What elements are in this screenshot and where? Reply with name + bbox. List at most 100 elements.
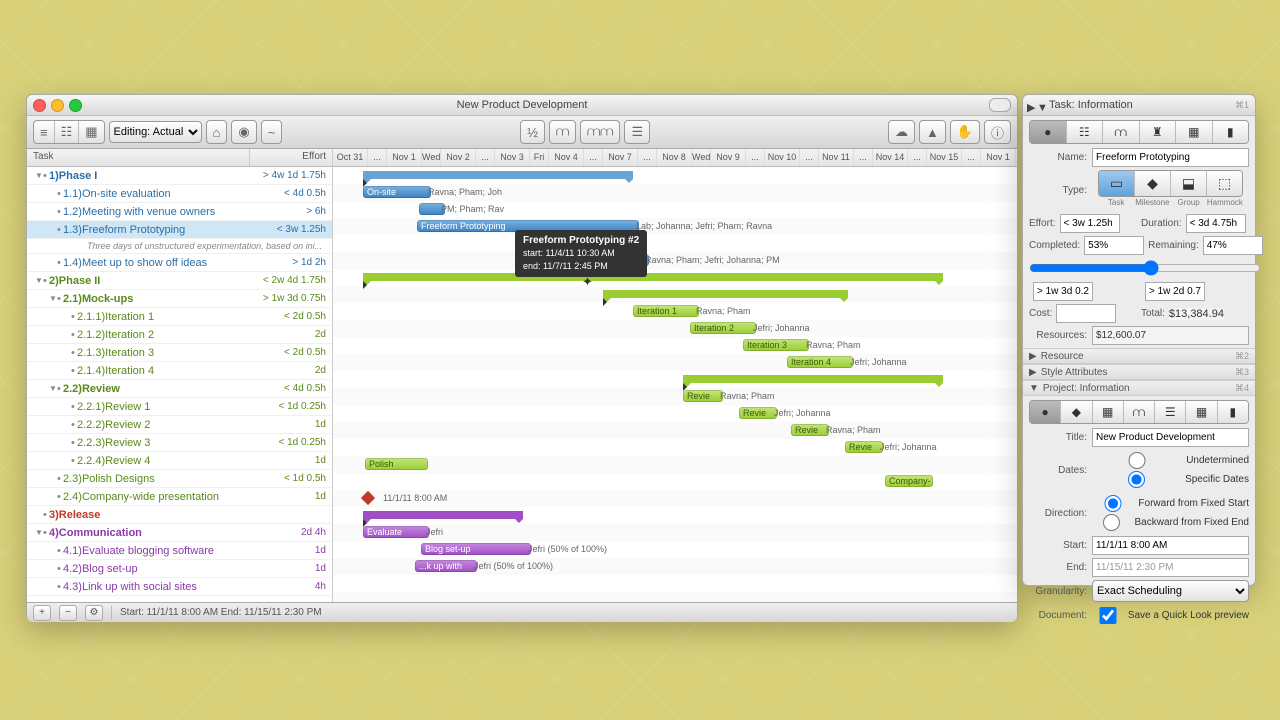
gantt-bar[interactable]: Evaluate	[363, 526, 429, 538]
style-button[interactable]: ~	[261, 120, 283, 144]
remove-button[interactable]: −	[59, 605, 77, 621]
gantt-bar[interactable]: ...k up with	[415, 560, 477, 572]
proj-title-field[interactable]	[1092, 428, 1249, 447]
chain-button[interactable]: ⩋⩋	[580, 120, 620, 144]
fraction-button[interactable]: ½	[520, 120, 545, 144]
direction-backward-radio[interactable]	[1092, 514, 1131, 531]
section-style[interactable]: ▶Style Attributes⌘3	[1023, 364, 1255, 380]
gantt-bar[interactable]: Revie	[791, 424, 829, 436]
summary-bar[interactable]	[603, 290, 848, 298]
task-row[interactable]: • 4.2) Blog set-up1d	[27, 560, 332, 578]
timeline-day[interactable]: ...	[908, 149, 927, 166]
timeline-day[interactable]: Wed	[692, 149, 711, 166]
gantt-bar[interactable]: Iteration 4	[787, 356, 853, 368]
inspector-titlebar[interactable]: ▶ ▼ Task: Information ⌘1	[1023, 95, 1255, 116]
gantt-bar[interactable]: Company-	[885, 475, 933, 487]
task-row[interactable]: • 2.1.3) Iteration 3< 2d 0.5h	[27, 344, 332, 362]
task-row[interactable]: • 2.2.2) Review 21d	[27, 416, 332, 434]
cloud-icon[interactable]: ☁	[888, 120, 915, 144]
task-row[interactable]: • 2.2.4) Review 41d	[27, 452, 332, 470]
project-section-tabs[interactable]: ●◆▦⩋☰▦▮	[1029, 400, 1249, 424]
zoom-icon[interactable]	[69, 99, 82, 112]
duration-field[interactable]	[1186, 214, 1246, 233]
pill-icon[interactable]	[989, 98, 1011, 112]
timeline-day[interactable]: Nov 8	[657, 149, 692, 166]
timeline-day[interactable]: Nov 9	[711, 149, 746, 166]
milestone-icon[interactable]	[361, 491, 375, 505]
timeline-day[interactable]: ...	[584, 149, 603, 166]
col-task[interactable]: Task	[27, 149, 250, 166]
timeline-header[interactable]: Oct 31...Nov 1WedNov 2...Nov 3FriNov 4..…	[333, 149, 1017, 167]
start-field[interactable]	[1092, 536, 1249, 555]
group-button[interactable]: ⌂	[206, 120, 228, 144]
completed-field[interactable]	[1084, 236, 1144, 255]
task-row[interactable]: • 2.1.2) Iteration 22d	[27, 326, 332, 344]
name-field[interactable]	[1092, 148, 1249, 167]
gantt-bar[interactable]: Revie	[845, 441, 883, 453]
task-row[interactable]: • 1.4) Meet up to show off ideas> 1d 2h	[27, 254, 332, 272]
chevron-down-icon[interactable]: ▼	[1037, 98, 1048, 118]
summary-bar[interactable]	[683, 375, 943, 383]
dates-specific-radio[interactable]	[1092, 471, 1181, 488]
timeline-day[interactable]: ...	[638, 149, 657, 166]
task-row[interactable]: • 2.2.3) Review 3< 1d 0.25h	[27, 434, 332, 452]
task-row[interactable]: ▼• 1) Phase I> 4w 1d 1.75h	[27, 167, 332, 185]
timeline-day[interactable]: Nov 1	[981, 149, 1016, 166]
timeline-day[interactable]: Nov 7	[603, 149, 638, 166]
remaining-field[interactable]	[1203, 236, 1263, 255]
section-project[interactable]: ▼Project: Information⌘4	[1023, 380, 1255, 396]
task-row[interactable]: • 2.3) Polish Designs< 1d 0.5h	[27, 470, 332, 488]
task-row[interactable]: • 2.1.4) Iteration 42d	[27, 362, 332, 380]
window-titlebar[interactable]: New Product Development	[27, 95, 1017, 116]
timeline-day[interactable]: ...	[476, 149, 495, 166]
gantt-bar[interactable]: Blog set-up	[421, 543, 531, 555]
gantt-chart[interactable]: Oct 31...Nov 1WedNov 2...Nov 3FriNov 4..…	[333, 149, 1017, 602]
person-button[interactable]: ◉	[231, 120, 256, 144]
add-button[interactable]: +	[33, 605, 51, 621]
warning-icon[interactable]: ▲	[919, 120, 946, 144]
summary-bar[interactable]	[363, 273, 943, 281]
timeline-day[interactable]: Fri	[530, 149, 549, 166]
completed-duration-field[interactable]	[1033, 282, 1093, 301]
timeline-day[interactable]: Nov 2	[441, 149, 476, 166]
gantt-bar[interactable]: Polish	[365, 458, 428, 470]
task-row[interactable]: • 4.1) Evaluate blogging software1d	[27, 542, 332, 560]
granularity-select[interactable]: Exact Scheduling	[1092, 580, 1249, 602]
timeline-day[interactable]: Nov 14	[873, 149, 908, 166]
timeline-day[interactable]: Nov 4	[549, 149, 584, 166]
task-row[interactable]: • 1.3) Freeform Prototyping< 3w 1.25h	[27, 221, 332, 239]
layers-button[interactable]: ☰	[624, 120, 650, 144]
task-row[interactable]: • 4.3) Link up with social sites4h	[27, 578, 332, 596]
timeline-day[interactable]: ...	[746, 149, 765, 166]
col-effort[interactable]: Effort	[250, 149, 332, 166]
gantt-bar[interactable]: On-site	[363, 186, 431, 198]
chevron-right-icon[interactable]: ▶	[1027, 98, 1035, 118]
cost-field[interactable]	[1056, 304, 1116, 323]
task-row[interactable]: • 2.2.1) Review 1< 1d 0.25h	[27, 398, 332, 416]
timeline-day[interactable]: Nov 11	[819, 149, 854, 166]
editing-mode-select[interactable]: Editing: Actual	[109, 121, 202, 143]
effort-field[interactable]	[1060, 214, 1120, 233]
summary-bar[interactable]	[363, 171, 633, 179]
dates-undetermined-radio[interactable]	[1092, 452, 1182, 469]
quicklook-checkbox[interactable]	[1092, 607, 1124, 624]
timeline-day[interactable]: ...	[800, 149, 819, 166]
type-segment[interactable]: ▭◆⬓⬚	[1098, 170, 1243, 197]
timeline-day[interactable]: Oct 31	[333, 149, 368, 166]
task-row[interactable]: • 3) Release	[27, 506, 332, 524]
timeline-day[interactable]: ...	[368, 149, 387, 166]
task-row[interactable]: ▼• 2.2) Review< 4d 0.5h	[27, 380, 332, 398]
summary-bar[interactable]	[363, 511, 523, 519]
view-segment[interactable]: ≡☷▦	[33, 120, 105, 144]
timeline-day[interactable]: Nov 1	[387, 149, 422, 166]
gantt-bar[interactable]: Iteration 2	[690, 322, 756, 334]
timeline-day[interactable]: ...	[962, 149, 981, 166]
gantt-bar[interactable]: Revie	[739, 407, 777, 419]
link-button[interactable]: ⩋	[549, 120, 576, 144]
remaining-duration-field[interactable]	[1145, 282, 1205, 301]
task-row[interactable]: ▼• 4) Communication2d 4h	[27, 524, 332, 542]
section-resource[interactable]: ▶Resource⌘2	[1023, 348, 1255, 364]
task-row[interactable]: • 1.2) Meeting with venue owners> 6h	[27, 203, 332, 221]
completion-slider[interactable]	[1029, 260, 1261, 276]
info-icon[interactable]: ⓘ	[984, 120, 1011, 144]
